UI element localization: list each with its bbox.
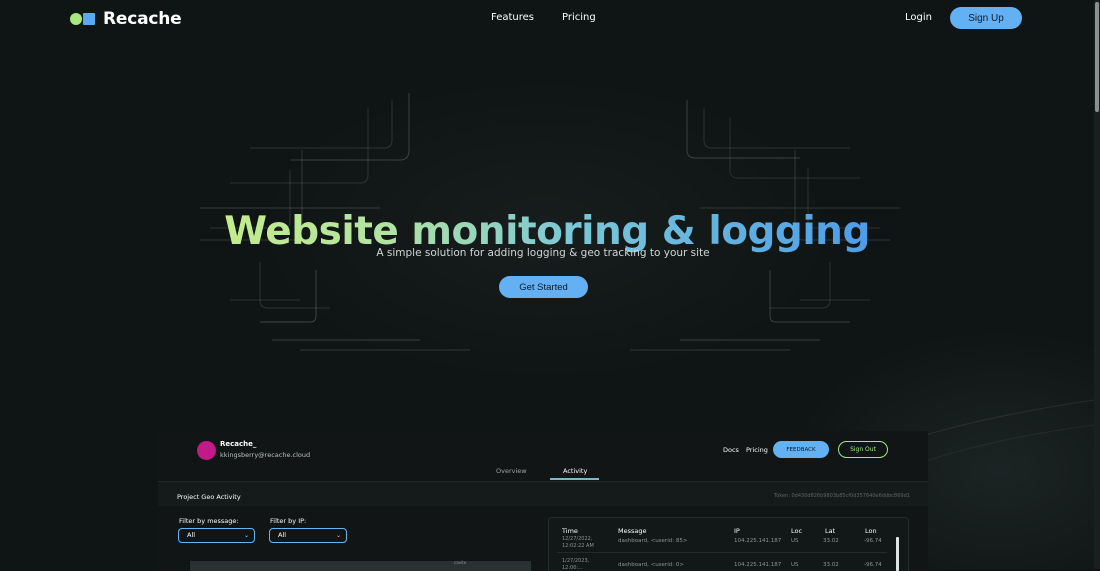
chevron-down-icon: ⌄	[243, 532, 249, 539]
brand-logo[interactable]: Recache	[70, 9, 182, 29]
cell-message: dashboard, <userid: 0>	[618, 562, 684, 568]
dashboard-preview: Recache_ kkingsberry@recache.cloud Docs …	[158, 431, 928, 571]
get-started-button[interactable]: Get Started	[499, 276, 588, 298]
cell-ip: 104.225.141.187	[734, 562, 782, 568]
cell-time: 12/27/2022, 12:02:22 AM	[562, 536, 594, 549]
filter-ip-label: Filter by IP:	[270, 517, 307, 525]
logo-circle-icon	[70, 13, 82, 25]
column-header-message: Message	[618, 527, 647, 535]
cell-ip: 104.225.141.187	[734, 538, 782, 544]
active-tab-indicator	[550, 478, 599, 480]
column-header-lon: Lon	[865, 527, 877, 535]
chevron-down-icon: ⌄	[335, 532, 341, 539]
feedback-button[interactable]: FEEDBACK	[773, 441, 829, 458]
column-header-ip: IP	[734, 527, 740, 535]
nav-link-pricing[interactable]: Pricing	[562, 12, 596, 23]
message-filter-value: All	[187, 531, 196, 539]
cell-lon: -96.74	[864, 562, 882, 568]
nav-link-features[interactable]: Features	[491, 12, 534, 23]
row-divider	[557, 552, 887, 553]
brand-name: Recache	[103, 9, 182, 29]
message-filter-select[interactable]: All ⌄	[178, 528, 255, 543]
geo-map[interactable]	[190, 561, 531, 571]
column-header-time: Time	[562, 527, 578, 535]
project-token: Token: 0d430d826b9803b85cf0d357640e6ddbc…	[774, 493, 910, 499]
dashboard-pricing-link[interactable]: Pricing	[746, 446, 768, 454]
ip-filter-value: All	[278, 531, 287, 539]
cell-message: dashboard, <userid: 85>	[618, 538, 688, 544]
sign-out-button[interactable]: Sign Out	[838, 441, 888, 458]
column-header-loc: Loc	[791, 527, 803, 535]
activity-table	[548, 517, 909, 571]
docs-link[interactable]: Docs	[723, 446, 739, 454]
signup-button[interactable]: Sign Up	[950, 7, 1022, 29]
cell-loc: US	[791, 562, 799, 568]
page-scrollbar[interactable]	[1094, 0, 1100, 569]
user-name: Recache_	[220, 440, 257, 448]
user-email: kkingsberry@recache.cloud	[220, 451, 311, 459]
tab-overview[interactable]: Overview	[496, 467, 527, 475]
scrollbar-thumb[interactable]	[1095, 2, 1099, 112]
column-header-lat: Lat	[825, 527, 836, 535]
filter-message-label: Filter by message:	[179, 517, 239, 525]
table-scrollbar[interactable]	[896, 537, 899, 571]
cell-loc: US	[791, 538, 799, 544]
nav-links: Features Pricing	[491, 12, 596, 23]
cell-lat: 33.02	[823, 538, 839, 544]
cell-lat: 33.02	[823, 562, 839, 568]
cell-time: 1/27/2023, 12:00:...	[562, 558, 590, 571]
hero-subtitle: A simple solution for adding logging & g…	[376, 247, 710, 259]
section-title: Project Geo Activity	[177, 493, 241, 501]
ip-filter-select[interactable]: All ⌄	[269, 528, 347, 543]
map-label: cavite	[454, 560, 467, 565]
navbar: Recache Features Pricing Login Sign Up	[0, 0, 1094, 38]
tab-activity[interactable]: Activity	[563, 467, 587, 475]
avatar	[197, 441, 216, 460]
cell-lon: -96.74	[864, 538, 882, 544]
login-link[interactable]: Login	[905, 12, 932, 23]
logo-square-icon	[83, 13, 95, 25]
